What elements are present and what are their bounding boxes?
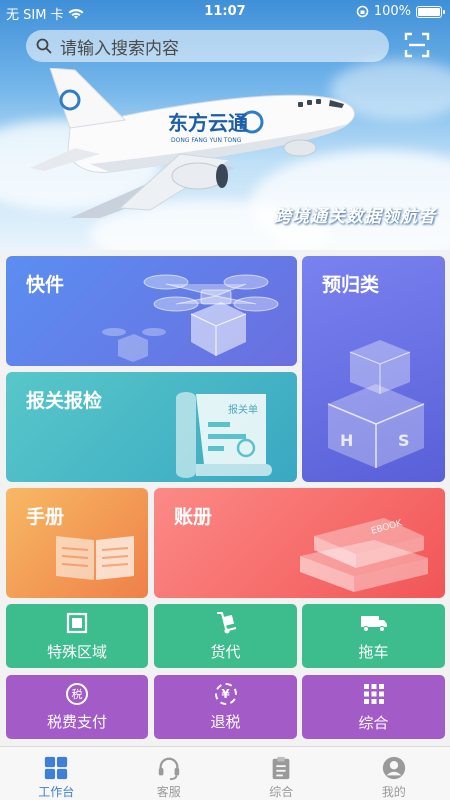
declaration-label: 报关报检 — [26, 390, 103, 412]
general-label: 综合 — [358, 713, 389, 732]
scan-icon[interactable] — [404, 32, 430, 58]
drone-icon — [102, 274, 279, 362]
freight-forwarder-label: 货代 — [210, 642, 241, 661]
document-title: 报关单 — [228, 405, 258, 416]
airline-logo-text: 东方云通 — [168, 111, 248, 135]
bottom-tab-bar: 工作台 客服 综合 我的 — [0, 746, 450, 800]
user-icon — [382, 756, 405, 780]
book-stack-icon: EBOOK — [300, 518, 428, 592]
tab-mine-label: 我的 — [381, 785, 406, 799]
battery-icon — [416, 5, 445, 18]
airplane-illustration: 东方云通 DONG FANG YUN TONG — [30, 68, 355, 218]
tax-refund-label: 退税 — [210, 712, 241, 731]
banner[interactable]: 无 SIM 卡 11:07 100% 请输入搜索内容 东方云通 DONG FAN… — [0, 0, 450, 250]
tab-mine[interactable]: 我的 — [338, 747, 450, 800]
handbook-tile[interactable]: 手册 — [6, 488, 148, 598]
handbook-label: 手册 — [26, 506, 65, 528]
svg-text:H: H — [340, 431, 353, 450]
express-label: 快件 — [26, 274, 65, 296]
tab-workbench[interactable]: 工作台 — [0, 747, 113, 800]
grid-dots-icon — [363, 683, 384, 704]
special-zone-label: 特殊区域 — [46, 642, 107, 661]
battery-percent: 100% — [373, 4, 411, 19]
grid-icon — [45, 756, 68, 780]
pre-classification-label: 预归类 — [322, 274, 380, 296]
tab-workbench-label: 工作台 — [38, 785, 75, 799]
banner-slogan: 跨境通关数据领航者 — [274, 207, 436, 227]
trailer-button[interactable]: 拖车 — [302, 604, 445, 668]
tab-general[interactable]: 综合 — [225, 747, 338, 800]
hand-truck-icon — [216, 611, 236, 633]
open-book-icon — [56, 536, 134, 580]
square-zone-icon — [66, 612, 88, 633]
tax-payment-button[interactable]: 税 税费支付 — [6, 675, 148, 739]
trailer-label: 拖车 — [358, 642, 389, 661]
freight-forwarder-button[interactable]: 货代 — [154, 604, 297, 668]
rotation-lock-icon — [356, 5, 369, 18]
box-icon: H S — [327, 340, 425, 468]
svg-text:S: S — [398, 431, 410, 450]
pre-classification-tile[interactable]: 预归类 H S — [302, 256, 445, 482]
status-bar: 无 SIM 卡 11:07 100% — [0, 0, 450, 24]
tax-refund-button[interactable]: ¥ 退税 — [154, 675, 297, 739]
truck-icon — [360, 615, 387, 632]
ledger-tile[interactable]: 账册 EBOOK — [154, 488, 445, 598]
general-button[interactable]: 综合 — [302, 675, 445, 739]
tab-customer-service-label: 客服 — [156, 785, 181, 799]
airline-logo-subtext: DONG FANG YUN TONG — [171, 137, 242, 144]
special-zone-button[interactable]: 特殊区域 — [6, 604, 148, 668]
tax-payment-label: 税费支付 — [46, 712, 107, 731]
tab-customer-service[interactable]: 客服 — [113, 747, 226, 800]
yuan-refund-icon: ¥ — [214, 682, 237, 705]
document-scroll-icon — [176, 392, 272, 478]
tax-icon: 税 — [66, 682, 88, 705]
declaration-tile[interactable]: 报关报检 报关单 — [6, 372, 297, 482]
clipboard-icon — [272, 756, 290, 780]
search-placeholder: 请输入搜索内容 — [60, 38, 179, 59]
headset-icon — [158, 757, 179, 781]
app-screen: 无 SIM 卡 11:07 100% 请输入搜索内容 东方云通 DONG FAN… — [0, 0, 450, 800]
tab-general-label: 综合 — [269, 785, 294, 799]
search-input[interactable]: 请输入搜索内容 — [26, 30, 389, 62]
search-icon — [36, 38, 52, 54]
ledger-label: 账册 — [174, 506, 213, 528]
express-tile[interactable]: 快件 — [6, 256, 297, 366]
